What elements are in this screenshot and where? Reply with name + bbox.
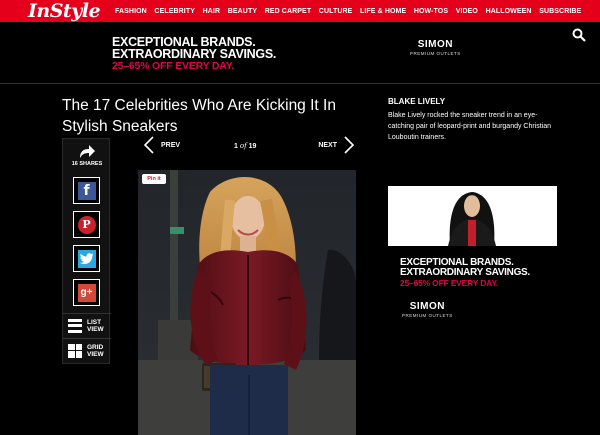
celebrity-name: BLAKE LIVELY bbox=[388, 97, 446, 106]
nav-hair[interactable]: HAIR bbox=[203, 8, 221, 15]
pinterest-share-button[interactable]: P bbox=[73, 211, 100, 238]
nav-red-carpet[interactable]: RED CARPET bbox=[265, 8, 312, 15]
twitter-share-button[interactable] bbox=[73, 245, 100, 272]
prev-button[interactable]: PREV bbox=[143, 136, 180, 154]
side-simon-logo: SIMON PREMIUM OUTLETS bbox=[402, 301, 453, 318]
list-view-label: LIST VIEW bbox=[87, 318, 104, 333]
facebook-share-button[interactable]: f bbox=[73, 177, 100, 204]
facebook-icon: f bbox=[77, 181, 96, 200]
header-ad-banner[interactable]: EXCEPTIONAL BRANDS. EXTRAORDINARY SAVING… bbox=[0, 22, 600, 84]
side-ad-discount: 25–65% OFF EVERY DAY. bbox=[400, 278, 499, 288]
twitter-icon bbox=[77, 249, 96, 268]
article-title: The 17 Celebrities Who Are Kicking It In… bbox=[62, 97, 336, 135]
list-view-button[interactable]: LIST VIEW bbox=[63, 313, 111, 337]
header-ad-text: EXCEPTIONAL BRANDS. EXTRAORDINARY SAVING… bbox=[112, 36, 276, 72]
ad-headline-2: EXTRAORDINARY SAVINGS. bbox=[112, 47, 277, 61]
list-icon bbox=[68, 318, 82, 333]
side-ad-image[interactable] bbox=[388, 186, 557, 246]
next-button[interactable]: NEXT bbox=[318, 136, 355, 154]
nav-subscribe[interactable]: SUBSCRIBE bbox=[539, 8, 581, 15]
celebrity-caption: Blake Lively rocked the sneaker trend in… bbox=[388, 112, 552, 141]
google-plus-icon: g+ bbox=[77, 283, 96, 302]
ad-model-image bbox=[388, 186, 557, 246]
instyle-logo[interactable]: InStyle bbox=[0, 0, 115, 22]
simon-logo: SIMON PREMIUM OUTLETS bbox=[410, 39, 461, 56]
search-icon[interactable] bbox=[572, 28, 586, 42]
side-ad-text: EXCEPTIONAL BRANDS. EXTRAORDINARY SAVING… bbox=[400, 258, 530, 289]
main-nav: FASHION CELEBRITY HAIR BEAUTY RED CARPET… bbox=[115, 0, 589, 22]
grid-icon bbox=[68, 343, 82, 358]
side-ad-headline-2: EXTRAORDINARY SAVINGS. bbox=[400, 267, 530, 278]
nav-fashion[interactable]: FASHION bbox=[115, 8, 147, 15]
nav-video[interactable]: VIDEO bbox=[456, 8, 478, 15]
slide-counter: 1 of 19 bbox=[234, 142, 257, 150]
grid-view-button[interactable]: GRID VIEW bbox=[63, 338, 111, 362]
chevron-right-icon bbox=[344, 136, 355, 154]
pin-it-button[interactable]: Pin it bbox=[142, 174, 166, 184]
share-sidebar: 16 SHARES f P g+ LIST VIEW GRID VIEW bbox=[62, 138, 111, 364]
celebrity-photo[interactable]: Pin it bbox=[138, 170, 356, 435]
ad-discount: 25–65% OFF EVERY DAY. bbox=[112, 60, 235, 72]
google-plus-share-button[interactable]: g+ bbox=[73, 279, 100, 306]
nav-celebrity[interactable]: CELEBRITY bbox=[154, 8, 195, 15]
nav-culture[interactable]: CULTURE bbox=[319, 8, 353, 15]
nav-how-tos[interactable]: HOW-TOS bbox=[414, 8, 448, 15]
photo-illustration bbox=[138, 170, 356, 435]
nav-life-home[interactable]: LIFE & HOME bbox=[360, 8, 406, 15]
chevron-left-icon bbox=[143, 136, 154, 154]
nav-halloween[interactable]: HALLOWEEN bbox=[486, 8, 532, 15]
slideshow-pager: PREV 1 of 19 NEXT bbox=[140, 132, 355, 158]
pinterest-icon: P bbox=[77, 215, 96, 234]
grid-view-label: GRID VIEW bbox=[87, 343, 104, 358]
share-count: 16 SHARES bbox=[71, 161, 103, 167]
nav-beauty[interactable]: BEAUTY bbox=[228, 8, 257, 15]
share-arrow-icon[interactable] bbox=[77, 143, 97, 159]
top-nav-bar: InStyle FASHION CELEBRITY HAIR BEAUTY RE… bbox=[0, 0, 600, 22]
